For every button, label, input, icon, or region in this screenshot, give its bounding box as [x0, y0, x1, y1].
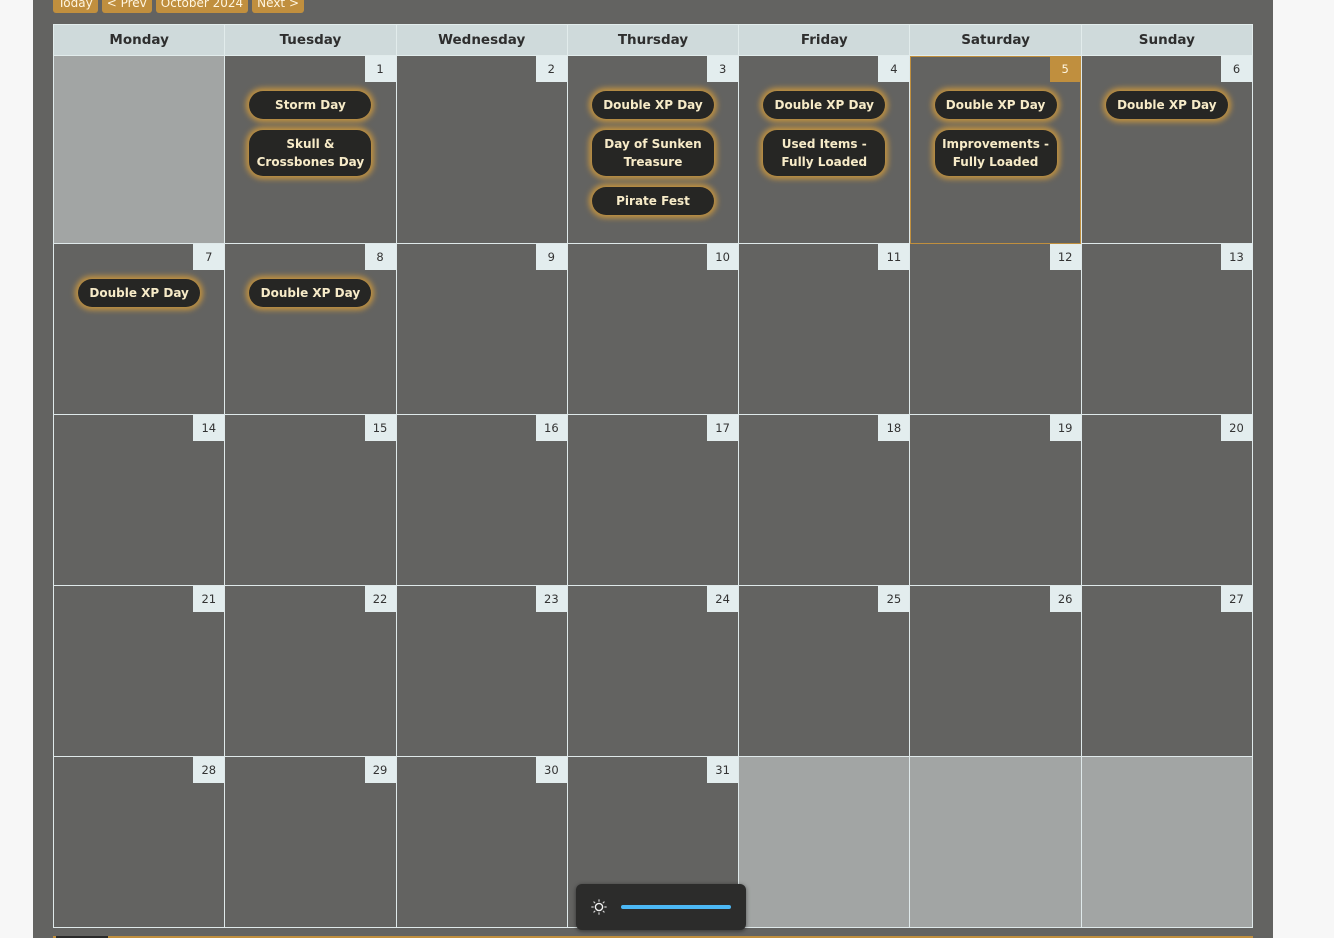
day-number: 17: [707, 415, 739, 441]
day-number: 27: [1221, 586, 1252, 612]
event-pill[interactable]: Pirate Fest: [591, 187, 714, 215]
weekday-header: Tuesday: [224, 24, 397, 56]
day-cell[interactable]: 6 Double XP Day: [1080, 55, 1254, 244]
day-number: 6: [1221, 56, 1252, 82]
week-row: 21 22 23 24 25 26 27: [52, 585, 1254, 757]
day-number: 11: [878, 244, 910, 270]
day-cell[interactable]: 21: [52, 585, 226, 757]
day-number: 14: [193, 415, 225, 441]
day-cell[interactable]: 12: [909, 243, 1082, 415]
day-number: 4: [878, 56, 910, 82]
day-cell[interactable]: 4 Double XP Day Used Items - Fully Loaded: [738, 55, 911, 244]
brightness-osd: [576, 884, 746, 930]
day-cell[interactable]: 15: [224, 414, 397, 586]
week-row: 1 Storm Day Skull & Crossbones Day 2 3 Double…: [52, 55, 1254, 244]
day-number: 5: [1049, 56, 1081, 82]
day-cell[interactable]: 20: [1080, 414, 1254, 586]
sun-icon: [591, 899, 607, 915]
day-cell[interactable]: 25: [738, 585, 911, 757]
day-number: 29: [364, 757, 396, 783]
day-number: 18: [878, 415, 910, 441]
day-cell[interactable]: 7 Double XP Day: [52, 243, 226, 415]
day-number: 3: [707, 56, 739, 82]
day-cell[interactable]: 24: [566, 585, 740, 757]
day-cell[interactable]: 23: [395, 585, 568, 757]
empty-day-cell: [52, 55, 226, 244]
week-row: 14 15 16 17 18 19 20: [52, 414, 1254, 586]
day-number: 7: [193, 244, 225, 270]
event-pill[interactable]: Used Items - Fully Loaded: [763, 130, 886, 176]
event-pill[interactable]: Double XP Day: [591, 91, 714, 119]
day-cell[interactable]: 2: [395, 55, 568, 244]
day-number: 10: [707, 244, 739, 270]
day-cell[interactable]: 30: [395, 756, 568, 928]
event-pill[interactable]: Double XP Day: [934, 91, 1057, 119]
event-pill[interactable]: Improvements - Fully Loaded: [934, 130, 1057, 176]
weekday-header: Thursday: [566, 24, 740, 56]
day-number: 16: [535, 415, 567, 441]
weekday-header: Monday: [52, 24, 226, 56]
day-cell[interactable]: 9: [395, 243, 568, 415]
week-row: 7 Double XP Day 8 Double XP Day 9 10 11 12 13: [52, 243, 1254, 415]
month-calendar: Monday Tuesday Wednesday Thursday Friday…: [52, 24, 1254, 928]
event-pill[interactable]: Day of Sunken Treasure: [591, 130, 714, 176]
day-number: 15: [364, 415, 396, 441]
day-number: 20: [1221, 415, 1252, 441]
day-cell[interactable]: 14: [52, 414, 226, 586]
event-pill[interactable]: Storm Day: [249, 91, 372, 119]
day-cell[interactable]: 3 Double XP Day Day of Sunken Treasure Pira…: [566, 55, 740, 244]
day-number: 22: [364, 586, 396, 612]
day-number: 12: [1049, 244, 1081, 270]
day-cell[interactable]: 22: [224, 585, 397, 757]
event-pill[interactable]: Double XP Day: [249, 279, 372, 307]
day-cell[interactable]: 26: [909, 585, 1082, 757]
day-number: 21: [193, 586, 225, 612]
empty-day-cell: [1080, 756, 1254, 928]
empty-day-cell: [909, 756, 1082, 928]
day-number: 9: [535, 244, 567, 270]
day-number: 30: [535, 757, 567, 783]
prev-month-button[interactable]: < Prev: [101, 0, 152, 13]
day-cell[interactable]: 8 Double XP Day: [224, 243, 397, 415]
event-pill[interactable]: Double XP Day: [78, 279, 201, 307]
day-cell[interactable]: 27: [1080, 585, 1254, 757]
day-number: 24: [707, 586, 739, 612]
day-cell[interactable]: 11: [738, 243, 911, 415]
today-button[interactable]: Today: [53, 0, 98, 13]
event-pill[interactable]: Double XP Day: [1105, 91, 1228, 119]
calendar-nav: Today < Prev October 2024 Next >: [53, 0, 304, 13]
day-number: 28: [193, 757, 225, 783]
brightness-level-bar[interactable]: [621, 905, 731, 909]
day-number: 23: [535, 586, 567, 612]
day-cell[interactable]: 13: [1080, 243, 1254, 415]
day-number: 31: [707, 757, 739, 783]
day-number: 2: [535, 56, 567, 82]
day-number: 13: [1221, 244, 1252, 270]
weekday-header: Wednesday: [395, 24, 568, 56]
day-number: 19: [1049, 415, 1081, 441]
day-cell[interactable]: 19: [909, 414, 1082, 586]
empty-day-cell: [738, 756, 911, 928]
day-number: 1: [364, 56, 396, 82]
weekday-header: Saturday: [909, 24, 1082, 56]
day-cell[interactable]: 1 Storm Day Skull & Crossbones Day: [224, 55, 397, 244]
day-number: 25: [878, 586, 910, 612]
current-month-label[interactable]: October 2024: [155, 0, 249, 13]
next-month-button[interactable]: Next >: [252, 0, 304, 13]
day-cell[interactable]: 16: [395, 414, 568, 586]
event-pill[interactable]: Skull & Crossbones Day: [249, 130, 372, 176]
event-pill[interactable]: Double XP Day: [763, 91, 886, 119]
day-cell[interactable]: 29: [224, 756, 397, 928]
day-cell[interactable]: 17: [566, 414, 740, 586]
weekday-header: Friday: [738, 24, 911, 56]
weekday-header-row: Monday Tuesday Wednesday Thursday Friday…: [52, 24, 1254, 56]
day-cell[interactable]: 10: [566, 243, 740, 415]
day-cell[interactable]: 18: [738, 414, 911, 586]
day-cell[interactable]: 5 Double XP Day Improvements - Fully Loade…: [909, 55, 1082, 244]
weekday-header: Sunday: [1080, 24, 1254, 56]
day-cell[interactable]: 28: [52, 756, 226, 928]
day-number: 26: [1049, 586, 1081, 612]
day-number: 8: [364, 244, 396, 270]
